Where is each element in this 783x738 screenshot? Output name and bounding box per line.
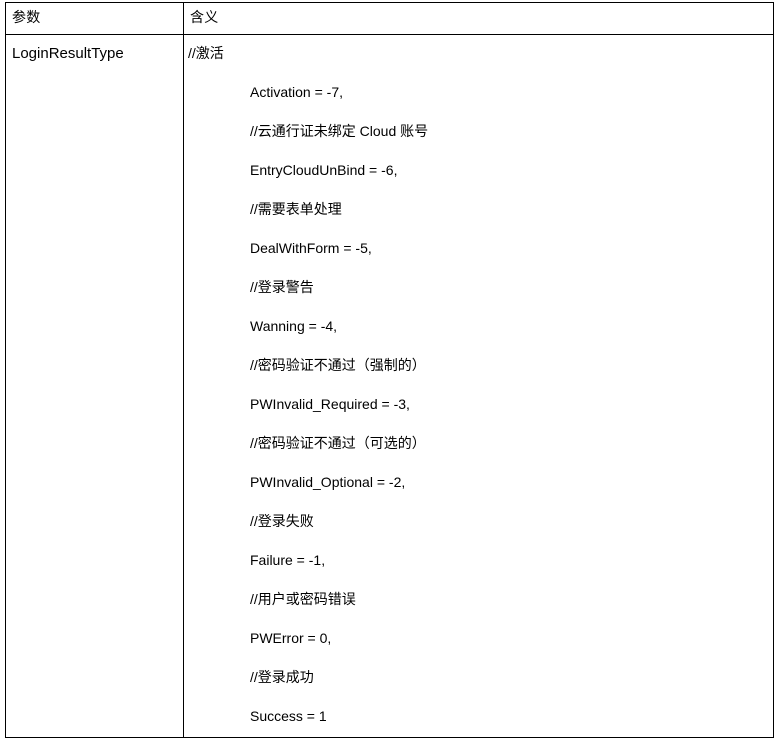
param-name-text: LoginResultType (12, 45, 124, 62)
table-cell-param-name: LoginResultType (5, 34, 184, 738)
enum-value-line: Wanning = -4, (250, 318, 338, 334)
enum-comment-line: //密码验证不通过（强制的） (250, 357, 426, 373)
table-header-label-meaning: 含义 (190, 9, 219, 25)
enum-definition-block: //激活 Activation = -7, //云通行证未绑定 Cloud 账号 En… (184, 35, 773, 737)
enum-comment-line: //登录成功 (250, 669, 314, 685)
enum-comment-line: //用户或密码错误 (250, 591, 356, 607)
enum-comment-line: //云通行证未绑定 Cloud 账号 (250, 123, 429, 139)
enum-comment-line: //激活 (188, 45, 224, 61)
enum-value-line: Activation = -7, (250, 84, 343, 100)
enum-value-line: EntryCloudUnBind = -6, (250, 162, 398, 178)
enum-line-list: //激活 Activation = -7, //云通行证未绑定 Cloud 账号 En… (186, 43, 773, 727)
table-header-row: 参数 含义 (5, 2, 774, 35)
enum-value-line: PWInvalid_Required = -3, (250, 396, 410, 412)
table-header-label-param: 参数 (12, 9, 41, 25)
document-page: 参数 含义 LoginResultType //激活 Activation = -… (0, 0, 783, 738)
enum-comment-line: //需要表单处理 (250, 201, 342, 217)
enum-comment-line: //密码验证不通过（可选的） (250, 435, 426, 451)
enum-comment-line: //登录警告 (250, 279, 314, 295)
table-header-cell-param: 参数 (5, 2, 184, 35)
table-cell-meaning: //激活 Activation = -7, //云通行证未绑定 Cloud 账号 En… (183, 34, 774, 738)
table-header-cell-meaning: 含义 (183, 2, 774, 35)
enum-value-line: PWInvalid_Optional = -2, (250, 474, 406, 490)
enum-value-line: DealWithForm = -5, (250, 240, 372, 256)
parameter-definition-table: 参数 含义 LoginResultType //激活 Activation = -… (5, 2, 774, 738)
enum-comment-line: //登录失败 (250, 513, 314, 529)
enum-value-line: PWError = 0, (250, 630, 332, 646)
enum-value-line: Success = 1 (250, 708, 327, 724)
table-row: LoginResultType //激活 Activation = -7, //云通… (5, 34, 774, 738)
